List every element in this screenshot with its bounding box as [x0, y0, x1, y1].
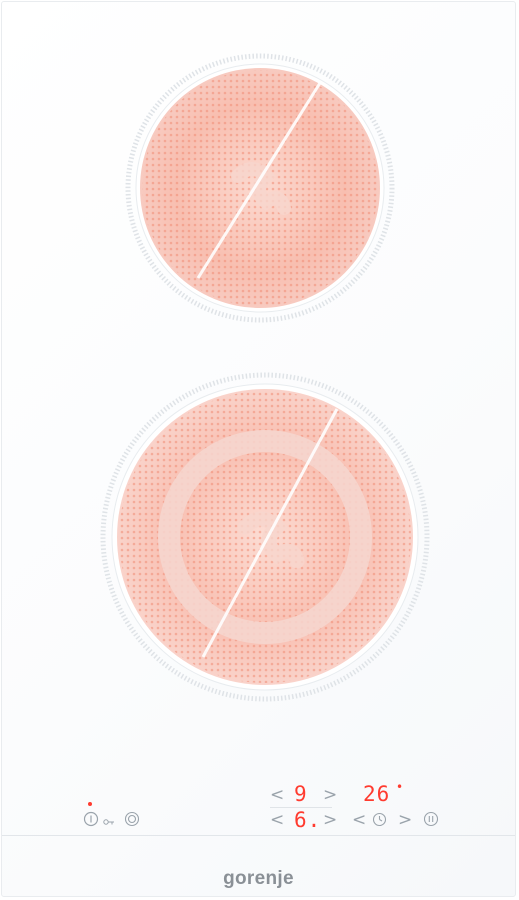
timer-decrease-button[interactable]: <: [352, 812, 366, 829]
top-zone-decrease-button[interactable]: <: [270, 787, 284, 804]
timer-indicator-dot: •: [396, 780, 404, 794]
top-cooking-zone[interactable]: [120, 48, 400, 328]
bottom-zone-increase-button[interactable]: >: [323, 812, 337, 829]
pause-icon[interactable]: [423, 811, 439, 831]
bottom-zone-decrease-button[interactable]: <: [270, 812, 284, 829]
power-indicator-led: [88, 802, 92, 806]
dual-zone-icon[interactable]: [124, 811, 140, 831]
timer-increase-button[interactable]: >: [398, 812, 412, 829]
bottom-zone-level-display: 6.: [294, 808, 322, 832]
bottom-dual-cooking-zone[interactable]: [95, 367, 435, 707]
timer-display: 26: [363, 782, 391, 806]
top-zone-level-display: 9: [294, 782, 308, 806]
clock-icon[interactable]: [372, 812, 387, 831]
power-icon[interactable]: [83, 811, 99, 831]
top-zone-increase-button[interactable]: >: [323, 787, 337, 804]
hob-glass-surface: < 9 > < 6. > 26 • < > gorenje: [1, 1, 516, 897]
brand-logo: gorenje: [223, 868, 294, 889]
key-lock-icon[interactable]: [103, 814, 115, 831]
panel-divider: [2, 835, 515, 836]
